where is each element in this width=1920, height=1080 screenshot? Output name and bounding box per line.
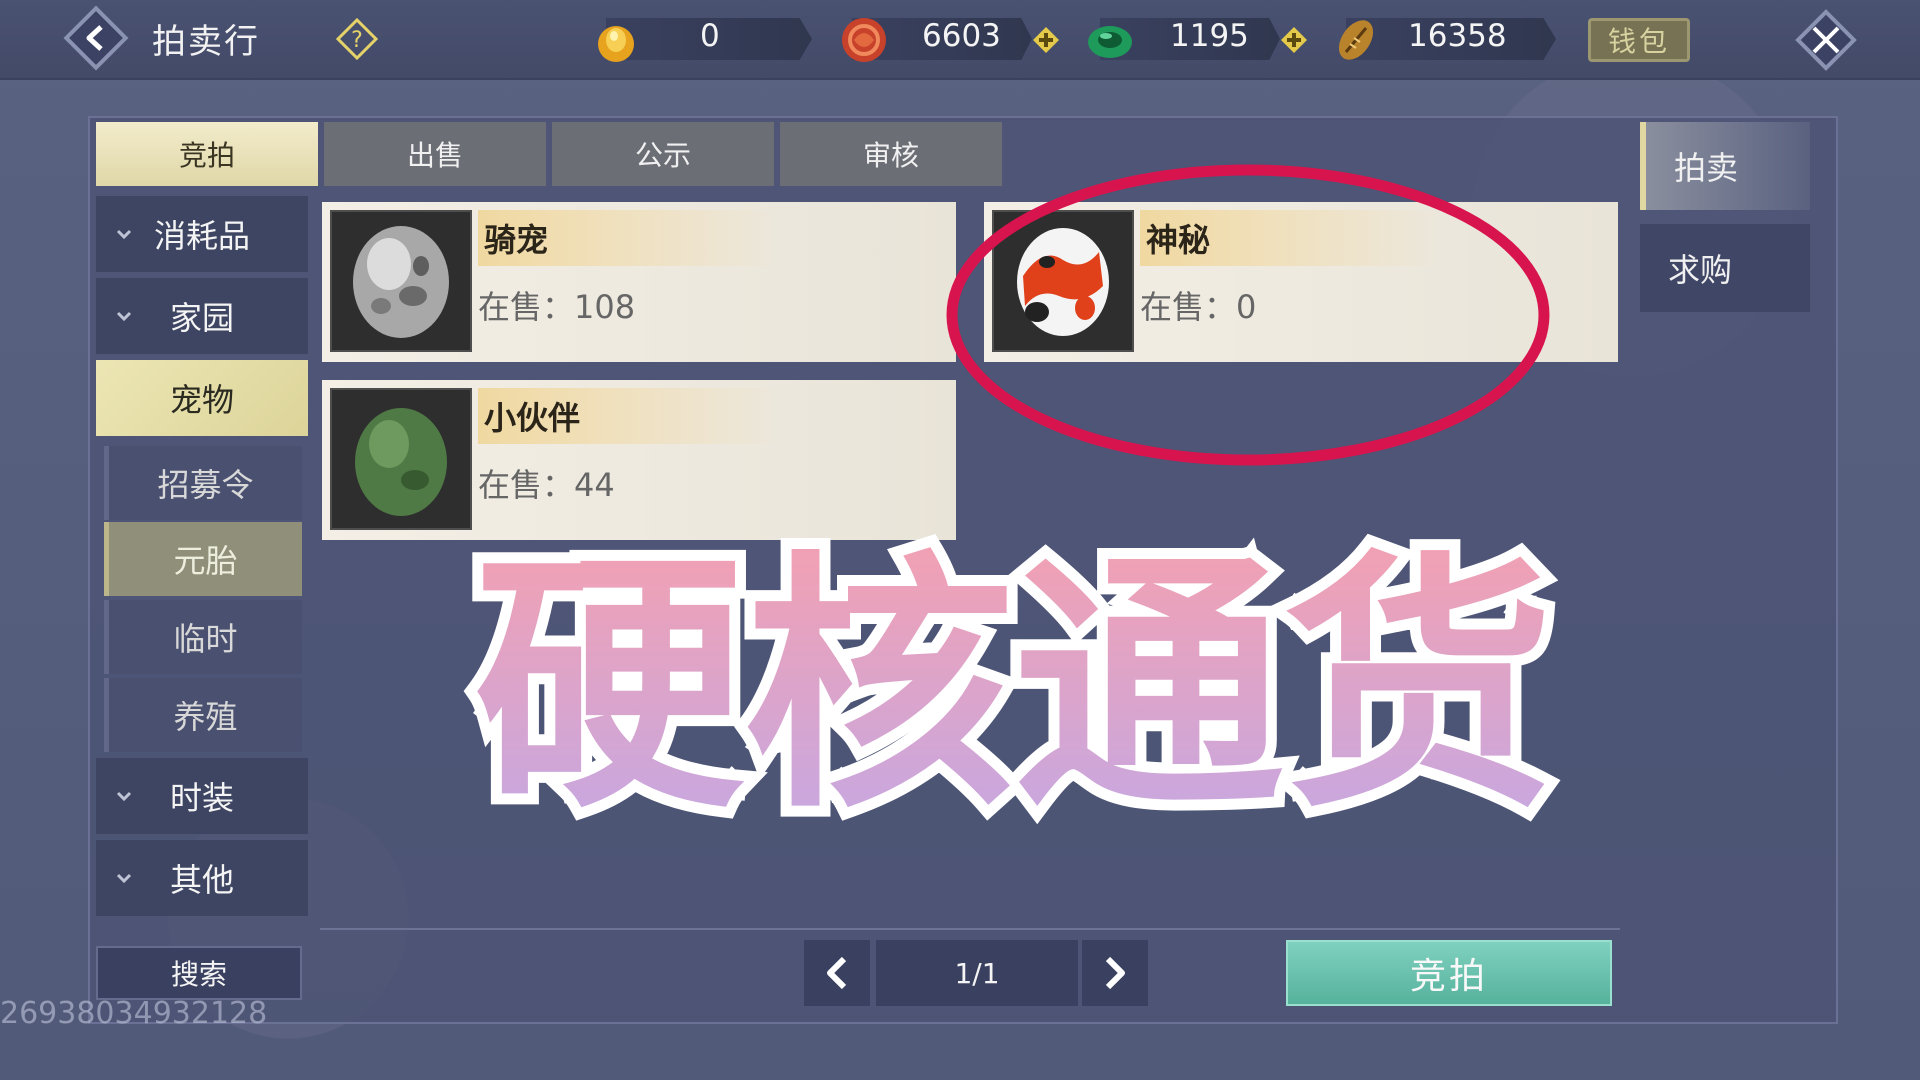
currency-value-2: 6603 xyxy=(922,18,1001,54)
bid-button[interactable]: 竞拍 xyxy=(1286,940,1612,1006)
item-stock: 在售：108 xyxy=(478,282,635,328)
jade-coin-icon xyxy=(1088,26,1132,58)
top-bar: 拍卖行 ? 0 6603 1195 16358 钱包 xyxy=(0,0,1920,80)
chevron-down-icon xyxy=(116,791,132,802)
item-stock: 在售：44 xyxy=(478,460,615,506)
green-egg-icon xyxy=(355,408,447,516)
wallet-button[interactable]: 钱包 xyxy=(1588,18,1690,62)
category-consumables[interactable]: 消耗品 xyxy=(96,196,308,272)
tab-sell[interactable]: 出售 xyxy=(324,122,546,186)
category-home[interactable]: 家园 xyxy=(96,278,308,354)
page-title: 拍卖行 xyxy=(152,22,260,62)
subcategory-temporary[interactable]: 临时 xyxy=(104,600,302,674)
tab-auction[interactable]: 拍卖 xyxy=(1640,122,1810,210)
stock-count: 108 xyxy=(574,288,636,326)
category-label: 宠物 xyxy=(169,381,234,419)
page-indicator: 1/1 xyxy=(876,940,1078,1006)
currency-value-1: 0 xyxy=(700,18,720,54)
item-thumbnail xyxy=(330,210,472,352)
chevron-left-icon xyxy=(827,956,847,990)
currency-value-3: 1195 xyxy=(1170,18,1249,54)
tab-purchase-request[interactable]: 求购 xyxy=(1640,224,1810,312)
category-label: 家园 xyxy=(169,299,234,337)
item-name: 骑宠 xyxy=(478,210,778,266)
plus-icon[interactable] xyxy=(1032,26,1060,54)
tab-public[interactable]: 公示 xyxy=(552,122,774,186)
item-card-mount[interactable]: 骑宠 在售：108 xyxy=(322,202,956,362)
grey-egg-icon xyxy=(353,226,449,338)
stock-label: 在售： xyxy=(478,288,575,326)
item-thumbnail xyxy=(330,388,472,530)
search-button[interactable]: 搜索 xyxy=(96,946,302,1000)
category-label: 时装 xyxy=(169,779,234,817)
back-arrow-icon xyxy=(86,25,103,51)
tab-bidding[interactable]: 竞拍 xyxy=(96,122,318,186)
subcategory-breeding[interactable]: 养殖 xyxy=(104,678,302,752)
divider xyxy=(320,928,1620,930)
currency-value-4: 16358 xyxy=(1408,18,1507,54)
back-button[interactable] xyxy=(63,5,129,71)
chevron-down-icon xyxy=(116,311,132,322)
red-coin-icon xyxy=(842,18,886,62)
stock-label: 在售： xyxy=(478,466,575,504)
chevron-right-icon xyxy=(1105,956,1125,990)
category-label: 消耗品 xyxy=(153,217,250,255)
subcategory-recruit[interactable]: 招募令 xyxy=(104,446,302,520)
gold-ingot-icon xyxy=(598,26,634,62)
next-page-button[interactable] xyxy=(1082,940,1148,1006)
subcategory-embryo[interactable]: 元胎 xyxy=(104,522,302,596)
close-icon[interactable] xyxy=(1794,8,1858,72)
category-pets[interactable]: 宠物 xyxy=(96,360,308,436)
chevron-down-icon xyxy=(116,873,132,884)
overlay-caption: 硬核通货 xyxy=(463,518,1565,840)
category-other[interactable]: 其他 xyxy=(96,840,308,916)
category-fashion[interactable]: 时装 xyxy=(96,758,308,834)
plus-icon[interactable] xyxy=(1280,26,1308,54)
overlay-caption-text: 硬核通货 xyxy=(474,529,1554,840)
item-name: 小伙伴 xyxy=(478,388,778,444)
stock-count: 44 xyxy=(574,466,615,504)
bronze-shell-icon xyxy=(1338,20,1374,60)
prev-page-button[interactable] xyxy=(804,940,870,1006)
category-label: 其他 xyxy=(169,861,234,899)
annotation-circle xyxy=(946,164,1550,466)
user-id-watermark: 26938034932128 xyxy=(0,996,268,1031)
help-icon[interactable]: ? xyxy=(336,18,378,60)
chevron-down-icon xyxy=(116,229,132,240)
svg-text:?: ? xyxy=(351,28,363,53)
